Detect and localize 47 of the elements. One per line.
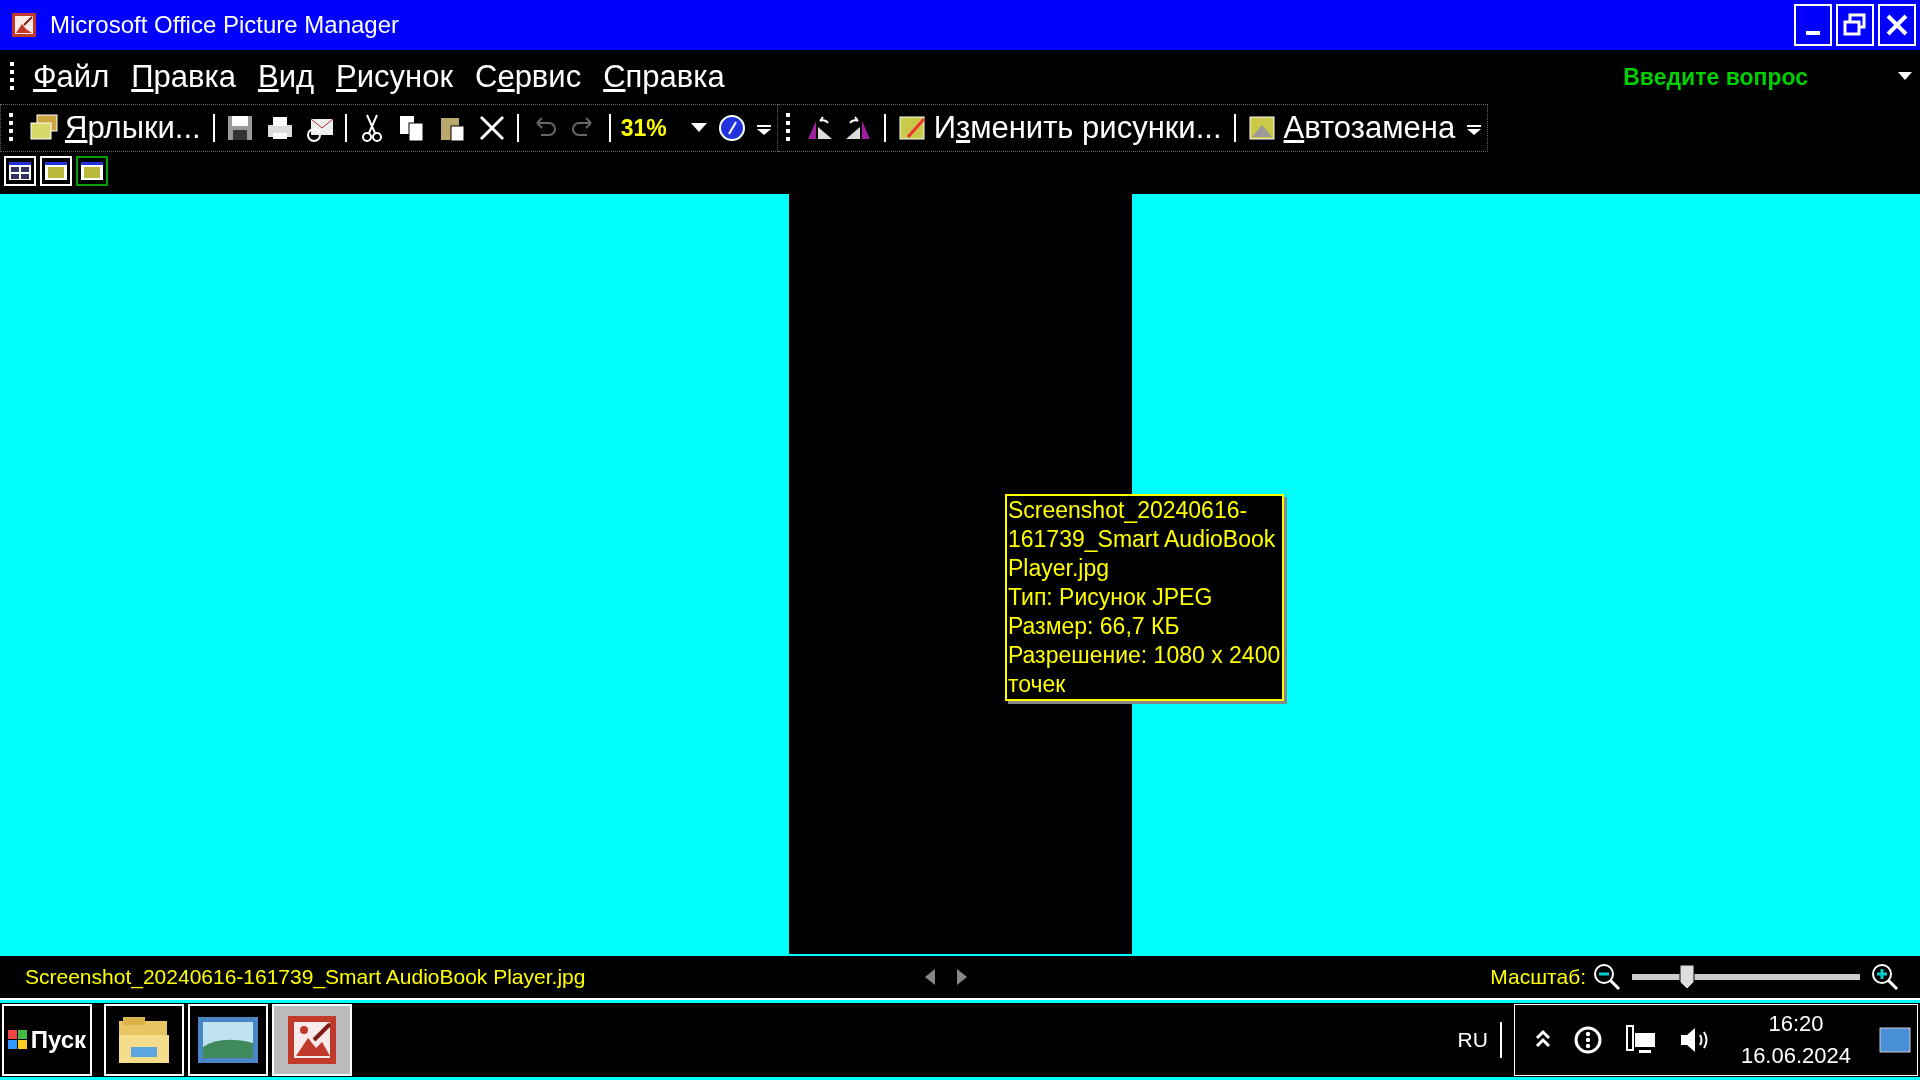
zoom-label: Масштаб: xyxy=(1490,965,1586,989)
dropdown-icon[interactable] xyxy=(1898,72,1912,82)
tooltip-text: Разрешение: 1080 x 2400 xyxy=(1008,641,1281,670)
window-title: Microsoft Office Picture Manager xyxy=(50,11,400,39)
next-icon[interactable] xyxy=(957,969,967,985)
tooltip-text: Размер: 66,7 КБ xyxy=(1008,612,1181,641)
info-circle-icon[interactable] xyxy=(1572,1025,1603,1055)
dropdown-icon[interactable] xyxy=(690,123,707,133)
menu-item[interactable]: Вид xyxy=(246,59,326,95)
show-desktop-icon[interactable] xyxy=(1879,1027,1911,1053)
network-icon[interactable] xyxy=(1624,1024,1657,1056)
close-icon xyxy=(1885,13,1909,37)
menu-item[interactable]: Справка xyxy=(592,59,736,95)
start-button[interactable]: Пуск xyxy=(2,1004,92,1076)
help-search-field[interactable]: Введите вопрос xyxy=(1623,63,1808,91)
picture-icon xyxy=(1247,113,1278,143)
minimize-button[interactable] xyxy=(1794,4,1832,46)
slider-thumb[interactable] xyxy=(1678,964,1695,990)
minimize-icon xyxy=(1806,31,1820,35)
tooltip-text: 161739_Smart AudioBook xyxy=(1008,525,1277,554)
file-name: Screenshot_20240616-161739_Smart AudioBook Player.jpg xyxy=(25,965,587,989)
zoom-in-icon[interactable] xyxy=(1870,962,1900,992)
shortcuts-button[interactable]: Ярлыки... xyxy=(27,110,203,146)
zoom-out-icon[interactable] xyxy=(1592,962,1622,992)
tooltip-text: точек xyxy=(1008,670,1067,699)
language-indicator[interactable]: RU xyxy=(1457,1028,1488,1052)
restore-icon xyxy=(1843,13,1867,37)
close-button[interactable] xyxy=(1878,4,1916,46)
tooltip-text: Тип: Рисунок JPEG xyxy=(1008,583,1214,612)
view-button[interactable] xyxy=(76,156,108,186)
menu-item[interactable]: Файл xyxy=(22,59,121,95)
windows-logo-icon xyxy=(8,1030,27,1050)
menu-item[interactable]: Правка xyxy=(120,59,247,95)
zoom-combo[interactable]: 31% xyxy=(620,114,681,142)
picture-pencil-icon xyxy=(897,113,928,143)
menu-item[interactable]: Сервис xyxy=(464,59,593,95)
auto-correct-button[interactable]: Автозамена xyxy=(1245,110,1458,146)
stacked-pictures-icon xyxy=(29,113,59,143)
picture-manager-icon xyxy=(12,13,36,37)
taskbar-app-button[interactable] xyxy=(104,1004,184,1076)
restore-button[interactable] xyxy=(1836,4,1874,46)
taskbar-app-button[interactable] xyxy=(188,1004,268,1076)
menu-item[interactable]: Рисунок xyxy=(325,59,464,95)
tooltip-text: Screenshot_20240616- xyxy=(1008,496,1249,525)
edit-pictures-button[interactable]: Изменить рисунки... xyxy=(895,110,1224,146)
tooltip-text: Player.jpg xyxy=(1008,554,1110,583)
previous-icon[interactable] xyxy=(925,969,935,985)
